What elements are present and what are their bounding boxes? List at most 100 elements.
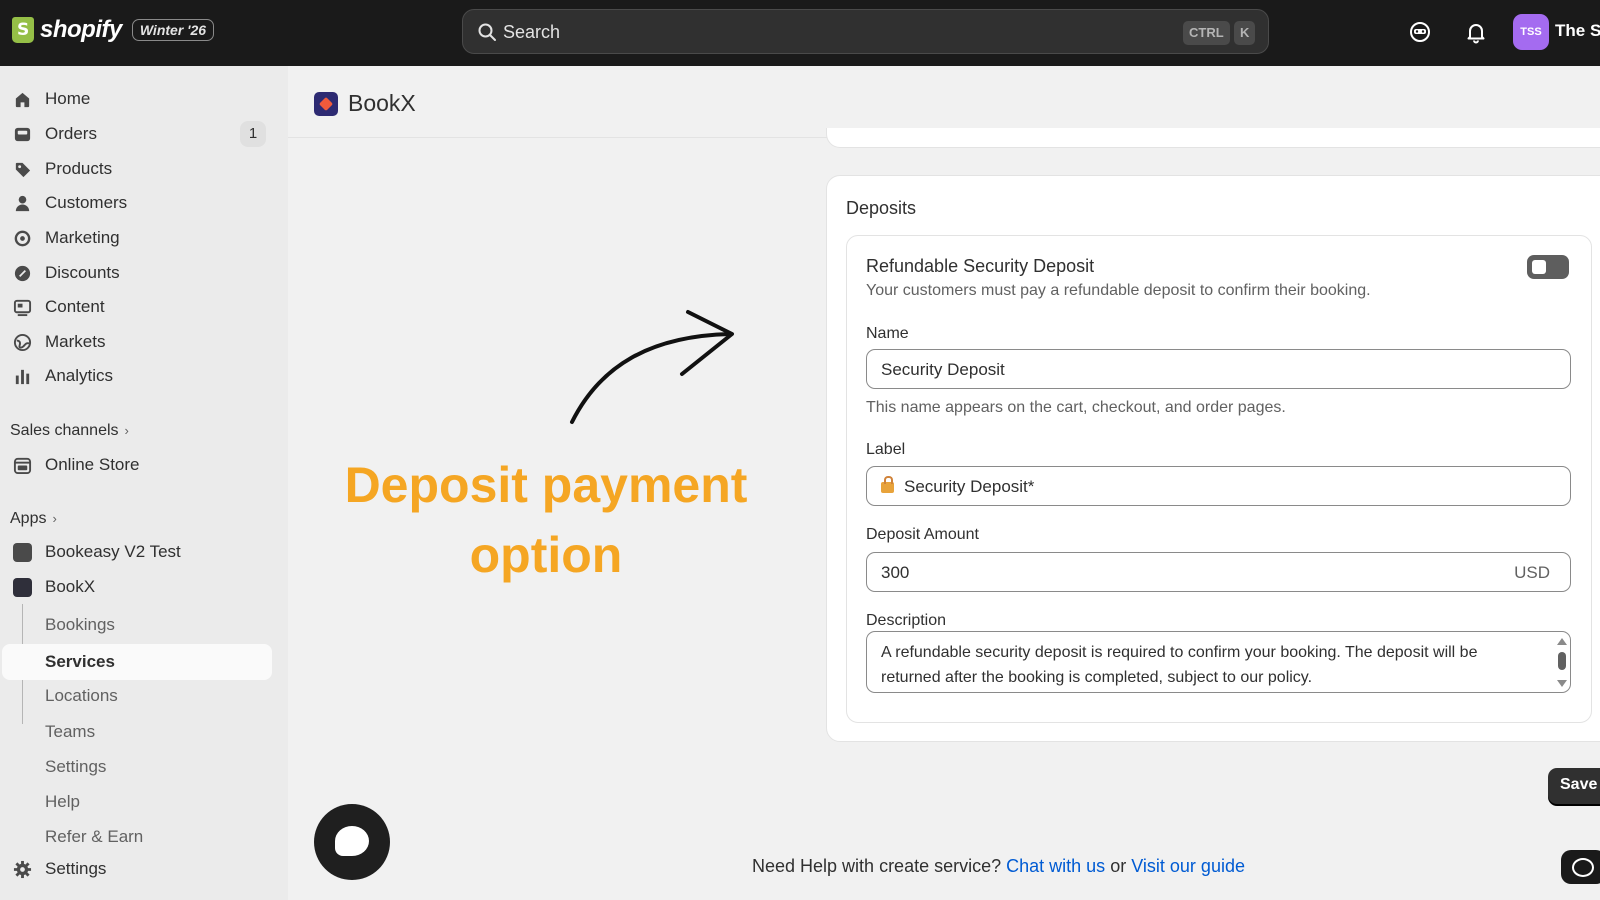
sidebar-item-settings[interactable]: Settings — [0, 852, 272, 886]
sidebar-item-bookeasy[interactable]: Bookeasy V2 Test — [0, 535, 272, 569]
gear-icon — [13, 860, 32, 879]
store-icon — [13, 457, 32, 475]
sidebar-sub-settings[interactable]: Settings — [45, 757, 106, 777]
help-or: or — [1110, 856, 1127, 876]
help-prefix: Need Help with create service? — [752, 856, 1002, 876]
deposit-amount-field[interactable]: 300 USD — [866, 552, 1571, 592]
sidebar-item-label: Products — [45, 159, 113, 178]
security-deposit-desc: Your customers must pay a refundable dep… — [866, 282, 1371, 299]
visit-guide-link[interactable]: Visit our guide — [1131, 856, 1245, 876]
sidebar-sub-label: Services — [45, 652, 115, 671]
avatar[interactable]: TSS — [1513, 14, 1549, 50]
chevron-right-icon: › — [52, 511, 57, 526]
annotation-text: Deposit payment option — [320, 450, 772, 590]
chevron-right-icon: › — [124, 423, 129, 438]
sidebar-item-bookx[interactable]: BookX — [0, 570, 272, 604]
search-icon — [478, 23, 496, 41]
bookx-app-icon — [13, 578, 32, 597]
deposits-card-title: Deposits — [846, 198, 917, 218]
search-placeholder: Search — [503, 22, 561, 42]
sidebar-item-label: Online Store — [45, 455, 140, 474]
sidebar-sub-refer-earn[interactable]: Refer & Earn — [45, 827, 143, 847]
deposit-label-value-wrap: Security Deposit* — [881, 476, 1035, 497]
apps-heading[interactable]: Apps › — [10, 510, 57, 528]
sidebar-sub-bookings[interactable]: Bookings — [45, 615, 115, 635]
deposit-name-field[interactable]: Security Deposit — [866, 349, 1571, 389]
store-name[interactable]: The St — [1555, 21, 1600, 41]
sidebar-item-analytics[interactable]: Analytics — [0, 359, 272, 393]
annotation-line-2: option — [469, 527, 623, 583]
deposit-amount-value: 300 — [881, 563, 910, 582]
orders-icon — [14, 127, 31, 142]
sidebar-item-label: Markets — [45, 332, 106, 351]
description-label: Description — [866, 612, 947, 629]
sidebar-sub-teams[interactable]: Teams — [45, 722, 95, 742]
sidebar-sub-help[interactable]: Help — [45, 792, 80, 812]
curved-arrow-icon — [570, 310, 734, 424]
sidebar-item-label: Settings — [45, 859, 107, 878]
chat-with-us-link[interactable]: Chat with us — [1006, 856, 1105, 876]
sidebar-item-orders[interactable]: Orders 1 — [0, 117, 272, 151]
label-label: Label — [866, 441, 906, 458]
shopify-bag-icon — [12, 17, 34, 43]
shopify-logo[interactable]: shopify Winter '26 — [12, 16, 215, 44]
kbd-k: K — [1234, 21, 1256, 45]
sidebar-item-label: Discounts — [45, 263, 120, 282]
apps-label: Apps — [10, 510, 47, 527]
help-line: Need Help with create service? Chat with… — [752, 856, 1245, 877]
annotation-line-1: Deposit payment — [344, 457, 748, 513]
sidebar-item-customers[interactable]: Customers — [0, 186, 272, 220]
amount-label: Deposit Amount — [866, 526, 979, 543]
name-label: Name — [866, 325, 909, 342]
bookx-logo-icon — [314, 92, 338, 116]
lock-icon — [881, 476, 894, 493]
sales-channels-heading[interactable]: Sales channels › — [10, 422, 129, 440]
globe-icon — [13, 333, 32, 352]
person-icon — [15, 195, 30, 212]
deposit-description-field[interactable]: A refundable security deposit is require… — [866, 631, 1571, 693]
previous-card — [826, 128, 1600, 148]
sidebar-item-label: Bookeasy V2 Test — [45, 542, 181, 561]
search-bar[interactable]: Search CTRL K — [462, 9, 1269, 54]
bar-chart-icon — [15, 369, 30, 385]
sidebar-item-online-store[interactable]: Online Store — [0, 448, 272, 482]
sidebar-sub-locations[interactable]: Locations — [45, 686, 118, 706]
sidebar-item-home[interactable]: Home — [0, 82, 272, 116]
save-button[interactable]: Save — [1548, 768, 1600, 804]
deposit-label-field[interactable]: Security Deposit* — [866, 466, 1571, 506]
brand-text: shopify — [40, 16, 122, 43]
name-help-text: This name appears on the cart, checkout,… — [866, 399, 1286, 416]
scroll-up-arrow-icon[interactable] — [1557, 638, 1567, 645]
target-icon — [14, 230, 31, 247]
sidebar-item-label: Content — [45, 297, 105, 316]
sidebar-item-marketing[interactable]: Marketing — [0, 221, 272, 255]
deposits-card: Deposits Refundable Security Deposit You… — [826, 175, 1600, 742]
sidebar-item-label: Marketing — [45, 228, 120, 247]
sidebar-item-content[interactable]: Content — [0, 290, 272, 324]
sidebar-sub-services[interactable]: Services — [2, 644, 272, 680]
sidebar: Home Orders 1 Products Customers Marketi… — [0, 66, 288, 900]
sidebar-item-label: Analytics — [45, 366, 114, 385]
sidebar-item-label: Orders — [45, 124, 97, 143]
security-deposit-toggle[interactable] — [1527, 255, 1569, 279]
sidebar-item-products[interactable]: Products — [0, 152, 272, 186]
scroll-down-arrow-icon[interactable] — [1557, 680, 1567, 687]
edition-badge: Winter '26 — [131, 19, 215, 41]
sidebar-item-discounts[interactable]: Discounts — [0, 256, 272, 290]
discount-icon — [14, 265, 31, 282]
tag-icon — [15, 162, 31, 178]
chat-bubble-icon[interactable] — [314, 804, 390, 880]
sidebar-item-label: Home — [45, 89, 91, 108]
kbd-ctrl: CTRL — [1183, 21, 1230, 45]
orders-count-badge: 1 — [240, 121, 266, 147]
bookeasy-app-icon — [13, 543, 32, 562]
scrollbar-thumb[interactable] — [1558, 652, 1566, 670]
security-deposit-section: Refundable Security Deposit Your custome… — [846, 235, 1592, 723]
deposit-label-value: Security Deposit* — [904, 477, 1035, 496]
chat-mini-icon[interactable] — [1561, 850, 1600, 884]
sidebar-item-markets[interactable]: Markets — [0, 325, 272, 359]
bell-icon[interactable] — [1464, 20, 1488, 44]
security-deposit-title: Refundable Security Deposit — [866, 256, 1095, 276]
sidekick-icon[interactable] — [1408, 20, 1432, 44]
sales-channels-label: Sales channels — [10, 422, 119, 439]
